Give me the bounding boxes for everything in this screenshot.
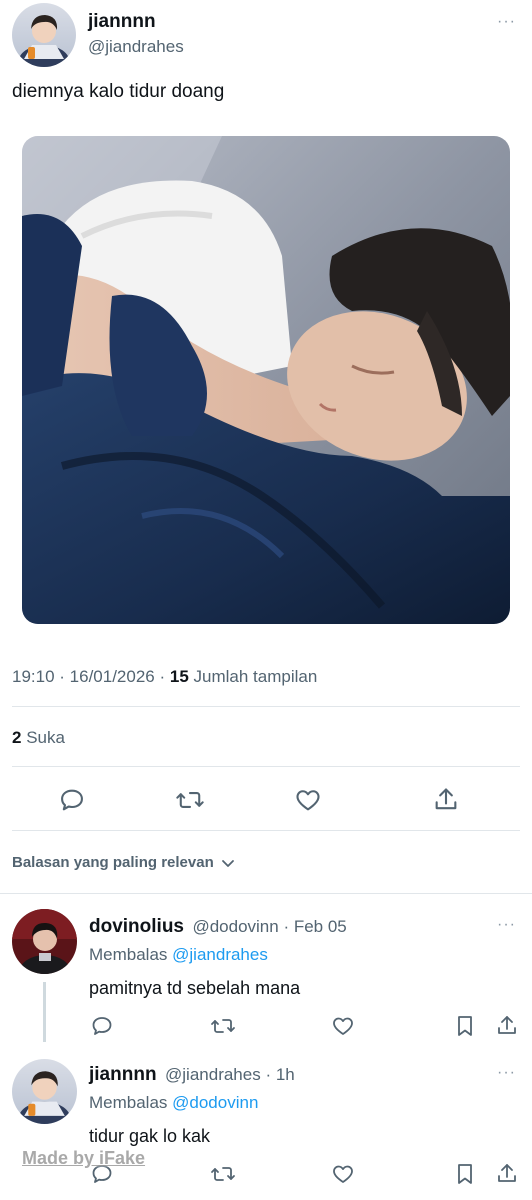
divider bbox=[12, 706, 520, 707]
bookmark-icon[interactable] bbox=[453, 1014, 477, 1038]
reply-avatar[interactable] bbox=[12, 1059, 77, 1124]
replying-to: Membalas @jiandrahes bbox=[89, 945, 268, 964]
reply-icon[interactable] bbox=[90, 1014, 114, 1038]
reply-header: dovinolius @dodovinn · Feb 05 bbox=[89, 916, 347, 937]
replying-to-link[interactable]: @dodovinn bbox=[172, 1093, 258, 1112]
like-icon[interactable] bbox=[331, 1162, 355, 1186]
replying-to: Membalas @dodovinn bbox=[89, 1093, 259, 1112]
tweet-photo[interactable] bbox=[22, 136, 510, 624]
reply-date[interactable]: 1h bbox=[276, 1065, 295, 1084]
tweet-time: 19:10 bbox=[12, 667, 55, 686]
reply-avatar[interactable] bbox=[12, 909, 77, 974]
reply-icon[interactable] bbox=[58, 786, 86, 814]
thread-line bbox=[43, 982, 46, 1042]
more-options-icon[interactable]: ··· bbox=[497, 13, 516, 31]
retweet-icon[interactable] bbox=[175, 786, 205, 814]
watermark: Made by iFake bbox=[22, 1148, 146, 1168]
retweet-icon[interactable] bbox=[210, 1162, 236, 1186]
tweet-meta: 19:10 · 16/01/2026 · 15 Jumlah tampilan bbox=[12, 667, 318, 686]
divider bbox=[12, 830, 520, 831]
chevron-down-icon bbox=[220, 855, 236, 871]
views-count: 15 bbox=[169, 667, 189, 686]
bookmark-icon[interactable] bbox=[453, 1162, 477, 1186]
views-label: Jumlah tampilan bbox=[188, 667, 318, 686]
share-icon[interactable] bbox=[495, 1162, 519, 1186]
replies-sort-label: Balasan yang paling relevan bbox=[12, 854, 214, 871]
share-icon[interactable] bbox=[432, 786, 460, 814]
like-icon[interactable] bbox=[294, 786, 322, 814]
likes-label: Suka bbox=[21, 728, 65, 747]
more-options-icon[interactable]: ··· bbox=[497, 916, 516, 934]
reply-header: jiannnn @jiandrahes · 1h bbox=[89, 1064, 295, 1085]
author-avatar[interactable] bbox=[12, 3, 76, 67]
more-options-icon[interactable]: ··· bbox=[497, 1064, 516, 1082]
share-icon[interactable] bbox=[495, 1014, 519, 1038]
reply-text: pamitnya td sebelah mana bbox=[89, 978, 301, 998]
tweet-date: 16/01/2026 bbox=[69, 667, 155, 686]
like-icon[interactable] bbox=[331, 1014, 355, 1038]
reply-author-name[interactable]: dovinolius bbox=[89, 916, 184, 937]
reply-author-name[interactable]: jiannnn bbox=[89, 1064, 157, 1085]
reply-author-handle[interactable]: @jiandrahes bbox=[165, 1065, 261, 1084]
replying-to-link[interactable]: @jiandrahes bbox=[172, 945, 268, 964]
reply-date[interactable]: Feb 05 bbox=[294, 917, 347, 936]
reply-author-handle[interactable]: @dodovinn bbox=[192, 917, 278, 936]
divider bbox=[12, 766, 520, 767]
author-name[interactable]: jiannnn bbox=[88, 11, 156, 33]
reply-text: tidur gak lo kak bbox=[89, 1126, 211, 1146]
likes-stat[interactable]: 2 Suka bbox=[12, 728, 65, 748]
replies-sort-toggle[interactable]: Balasan yang paling relevan bbox=[12, 854, 236, 871]
tweet-text: diemnya kalo tidur doang bbox=[12, 81, 225, 102]
retweet-icon[interactable] bbox=[210, 1014, 236, 1038]
author-handle[interactable]: @jiandrahes bbox=[88, 37, 184, 57]
divider bbox=[0, 893, 532, 894]
